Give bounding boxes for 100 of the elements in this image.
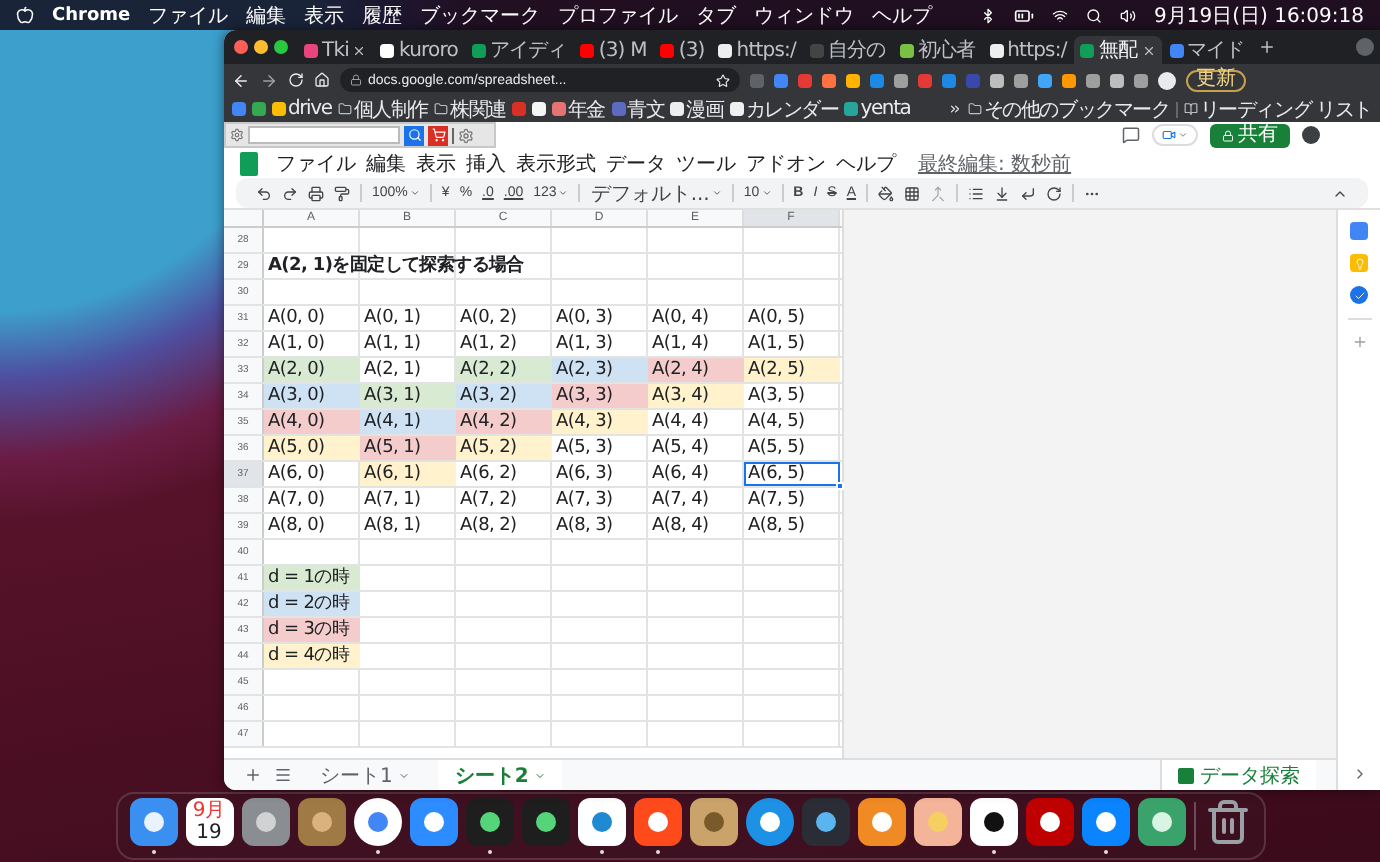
browser-tab[interactable]: アイディ	[465, 36, 573, 64]
align-icon[interactable]	[968, 185, 985, 201]
menu-item[interactable]: ブックマーク	[420, 1, 541, 29]
app-icon[interactable]	[913, 798, 961, 846]
rotate-icon[interactable]	[1046, 185, 1063, 201]
menu-item[interactable]: データ	[606, 149, 666, 177]
comment-icon[interactable]	[1122, 126, 1140, 144]
clock[interactable]: 9月19日(日) 16:09:18	[1154, 1, 1364, 29]
menu-item[interactable]: 編集	[366, 149, 406, 177]
search-icon[interactable]	[1086, 7, 1103, 23]
menu-item[interactable]: Chrome	[52, 5, 131, 25]
fill-color-icon[interactable]	[878, 185, 895, 201]
share-button[interactable]: 共有	[1210, 123, 1290, 147]
wifi-icon[interactable]	[1052, 7, 1069, 23]
menu-item[interactable]: 表示形式	[516, 149, 596, 177]
last-edit-link[interactable]: 最終編集: 数秒前	[918, 149, 1072, 177]
maximize-window-button[interactable]	[274, 40, 288, 54]
app-icon[interactable]	[857, 798, 905, 846]
calendar-icon[interactable]	[1350, 222, 1368, 240]
more-bookmarks-icon[interactable]	[947, 102, 962, 116]
sheet-tab[interactable]: シート2	[438, 760, 563, 790]
bookmark[interactable]: 年金	[551, 95, 606, 123]
menu-item[interactable]: 履歴	[362, 1, 403, 29]
app-icon[interactable]	[969, 798, 1017, 846]
app-icon[interactable]	[241, 798, 289, 846]
app-icon[interactable]	[129, 798, 177, 846]
new-tab-icon[interactable]	[1258, 38, 1277, 56]
close-icon[interactable]	[1141, 43, 1155, 57]
minimize-window-button[interactable]	[254, 40, 268, 54]
app-icon[interactable]	[409, 798, 457, 846]
reload-icon[interactable]	[288, 72, 304, 88]
apple-icon[interactable]	[16, 6, 34, 24]
app-icon[interactable]	[297, 798, 345, 846]
menu-item[interactable]: 表示	[304, 1, 345, 29]
cart-button[interactable]	[428, 125, 448, 145]
app-icon[interactable]	[745, 798, 793, 846]
calendar-app-icon[interactable]: 9月 19	[185, 798, 233, 846]
bookmark[interactable]: 株関連	[434, 95, 506, 123]
redo-icon[interactable]	[282, 185, 298, 201]
menu-item[interactable]: 表示	[416, 149, 456, 177]
menu-item[interactable]: アドオン	[746, 149, 826, 177]
undo-icon[interactable]	[256, 185, 272, 201]
browser-tab[interactable]: 初心者	[893, 36, 982, 64]
browser-tab[interactable]: 自分の	[803, 36, 892, 64]
app-icon[interactable]	[801, 798, 849, 846]
bookmark[interactable]: drive	[272, 98, 332, 120]
print-icon[interactable]	[308, 185, 324, 201]
app-icon[interactable]	[521, 798, 569, 846]
browser-tab[interactable]: https:/	[983, 36, 1073, 64]
home-icon[interactable]	[314, 72, 330, 88]
search-input[interactable]	[248, 126, 400, 144]
menu-item[interactable]: タブ	[696, 1, 737, 29]
close-window-button[interactable]	[234, 40, 248, 54]
menu-item[interactable]: ヘルプ	[872, 1, 933, 29]
trash-icon[interactable]	[1203, 798, 1251, 846]
app-icon[interactable]	[633, 798, 681, 846]
bookmark-folder[interactable]: その他のブックマーク	[967, 95, 1170, 123]
menu-item[interactable]: ヘルプ	[836, 149, 896, 177]
profile-avatar[interactable]	[1158, 71, 1176, 89]
menu-item[interactable]: 編集	[246, 1, 287, 29]
close-icon[interactable]	[352, 43, 367, 57]
forward-icon[interactable]	[260, 71, 278, 89]
wrap-icon[interactable]	[1020, 185, 1037, 201]
browser-tab[interactable]: マイド	[1163, 36, 1251, 64]
font-dropdown[interactable]: デフォルト...	[590, 179, 722, 207]
app-icon[interactable]	[353, 798, 401, 846]
bookmark-icon[interactable]	[531, 102, 546, 116]
menu-item[interactable]: ファイル	[276, 149, 356, 177]
search-button[interactable]	[404, 125, 424, 145]
app-icon[interactable]	[689, 798, 737, 846]
menu-item[interactable]: ファイル	[148, 1, 229, 29]
borders-icon[interactable]	[904, 185, 921, 201]
app-icon[interactable]	[1137, 798, 1185, 846]
app-icon[interactable]	[1081, 798, 1129, 846]
app-icon[interactable]	[577, 798, 625, 846]
add-sheet-icon[interactable]	[244, 766, 262, 784]
account-avatar[interactable]	[1302, 126, 1320, 144]
volume-icon[interactable]	[1120, 7, 1137, 23]
fill-handle[interactable]	[836, 482, 844, 490]
app-icon[interactable]	[1025, 798, 1073, 846]
sheet-tab[interactable]: シート1	[304, 760, 427, 790]
meet-button[interactable]	[1152, 124, 1198, 146]
battery-icon[interactable]	[1014, 5, 1035, 25]
explore-button[interactable]: データ探索	[1160, 760, 1316, 790]
sheets-logo-icon[interactable]	[240, 151, 258, 175]
bookmark[interactable]: 個人制作	[337, 95, 429, 123]
bookmark[interactable]: 漫画	[670, 95, 724, 123]
bookmark[interactable]: カレンダー	[729, 95, 839, 123]
update-button[interactable]: 更新	[1186, 69, 1246, 91]
browser-tab[interactable]: https:/	[712, 36, 802, 64]
reading-list-button[interactable]: リーディング リスト	[1183, 95, 1372, 123]
menu-item[interactable]: ウィンドウ	[754, 1, 855, 29]
bookmark[interactable]: 青文	[611, 95, 665, 123]
paint-format-icon[interactable]	[334, 185, 350, 201]
menu-item[interactable]: 挿入	[466, 149, 506, 177]
menu-item[interactable]: プロファイル	[558, 1, 679, 29]
menu-item[interactable]: ツール	[676, 149, 736, 177]
star-icon[interactable]	[716, 73, 730, 87]
browser-tab[interactable]: (3)	[654, 36, 711, 64]
settings-icon[interactable]	[458, 127, 474, 143]
